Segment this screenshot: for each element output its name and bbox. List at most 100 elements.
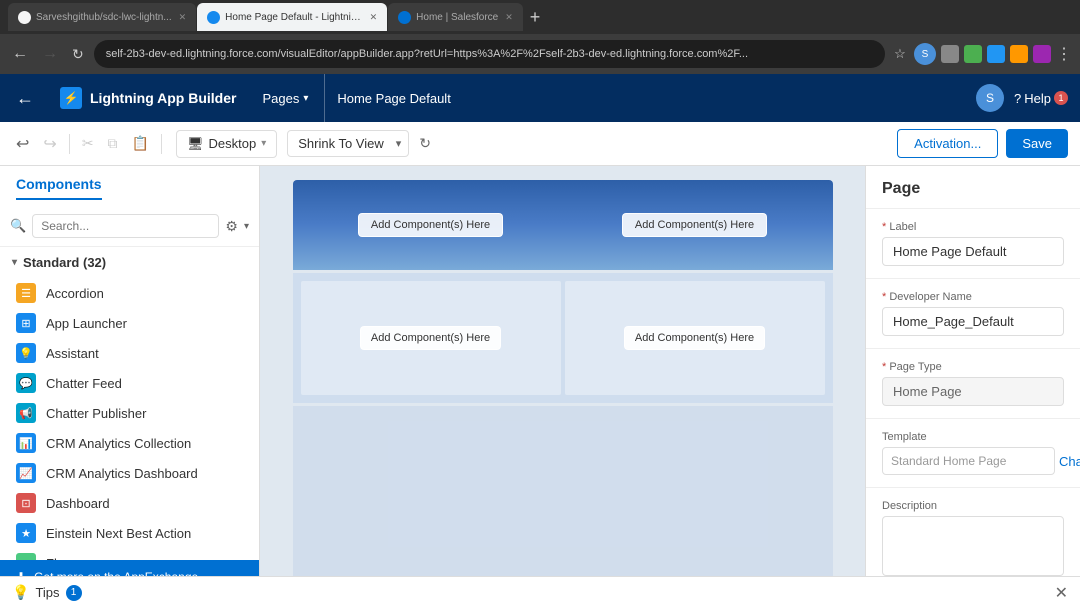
dev-name-required-star: * [882, 291, 886, 303]
add-component-2col-right[interactable]: Add Component(s) Here [624, 326, 765, 350]
list-item[interactable]: ⊡ Dashboard [0, 488, 259, 518]
address-bar-wrapper[interactable]: self-2b3-dev-ed.lightning.force.com/visu… [94, 40, 885, 68]
profile-circle[interactable]: S [914, 43, 936, 65]
label-field-label: * Label [882, 221, 1064, 233]
paste-button[interactable]: 📋 [128, 131, 153, 156]
refresh-canvas-button[interactable]: ↻ [419, 135, 431, 152]
dashboard-icon: ⊡ [16, 493, 36, 513]
nav-forward-button[interactable]: → [38, 43, 62, 65]
section-header: ▾ Standard (32) [0, 247, 259, 278]
list-item[interactable]: ★ Einstein Next Best Action [0, 518, 259, 548]
nav-back-button[interactable]: ← [8, 43, 32, 65]
crm-analytics-collection-icon: 📊 [16, 433, 36, 453]
page-type-required-star: * [882, 361, 886, 373]
extension-icon-2[interactable] [964, 45, 982, 63]
lightning-favicon [207, 11, 220, 24]
tips-label: Tips [35, 585, 59, 600]
tab-lightning[interactable]: Home Page Default - Lightning... ✕ [197, 3, 387, 31]
bookmark-icon[interactable]: ☆ [891, 45, 909, 63]
new-tab-button[interactable]: + [530, 7, 541, 28]
tips-badge: 1 [66, 585, 82, 601]
extension-icon-1[interactable] [941, 45, 959, 63]
github-favicon [18, 11, 31, 24]
browser-nav-bar: ← → ↻ self-2b3-dev-ed.lightning.force.co… [0, 34, 1080, 74]
chatter-publisher-icon: 📢 [16, 403, 36, 423]
section-toggle-icon[interactable]: ▾ [12, 257, 17, 268]
accordion-icon: ☰ [16, 283, 36, 303]
settings-icon[interactable]: ⚙ [225, 218, 238, 235]
cut-button[interactable]: ✂ [78, 131, 98, 156]
sf-cloud-icon: ⚡ [60, 87, 82, 109]
toolbar: ↩ ↪ ✂ ⧉ 📋 🖥 Desktop ▾ Shrink To View ▾ ↻… [0, 122, 1080, 166]
comp-label: Assistant [46, 346, 99, 361]
activation-button[interactable]: Activation... [897, 129, 998, 158]
settings-chevron[interactable]: ▾ [244, 221, 249, 232]
panel-title: Components [16, 176, 102, 200]
canvas-row-hero: Add Component(s) Here Add Component(s) H… [293, 180, 833, 270]
redo-button[interactable]: ↪ [39, 130, 60, 158]
tab-lightning-close[interactable]: ✕ [370, 12, 378, 23]
more-options-icon[interactable]: ⋮ [1056, 44, 1072, 64]
tab-salesforce[interactable]: Home | Salesforce ✕ [388, 3, 523, 31]
view-selector-wrapper: Shrink To View ▾ [287, 130, 409, 157]
list-item[interactable]: ⊞ App Launcher [0, 308, 259, 338]
tab-github-label: Sarveshgithub/sdc-lwc-lightn... [36, 12, 172, 23]
list-item[interactable]: 📈 CRM Analytics Dashboard [0, 458, 259, 488]
toolbar-separator-1 [69, 134, 70, 154]
canvas-col-right[interactable]: Add Component(s) Here [565, 188, 825, 262]
search-icon: 🔍 [10, 218, 26, 234]
panel-header: Components [0, 166, 259, 200]
page-type-label: * Page Type [882, 361, 1064, 373]
tips-close-button[interactable]: ✕ [1055, 583, 1068, 603]
help-label: Help [1024, 91, 1051, 106]
list-item[interactable]: ☰ Accordion [0, 278, 259, 308]
change-template-button[interactable]: Change [1059, 454, 1080, 469]
developer-name-input[interactable] [882, 307, 1064, 336]
page-name-area: Home Page Default [324, 74, 450, 122]
canvas-col-2-left[interactable]: Add Component(s) Here [301, 281, 561, 395]
save-button[interactable]: Save [1006, 129, 1068, 158]
view-select[interactable]: Shrink To View [287, 130, 409, 157]
extension-icon-4[interactable] [1010, 45, 1028, 63]
canvas-row-empty [293, 406, 833, 586]
comp-label: CRM Analytics Dashboard [46, 466, 198, 481]
tab-salesforce-label: Home | Salesforce [416, 12, 498, 23]
canvas-col-2-right[interactable]: Add Component(s) Here [565, 281, 825, 395]
desktop-icon: 🖥 [187, 136, 204, 152]
canvas-row-2col: Add Component(s) Here Add Component(s) H… [293, 273, 833, 403]
copy-button[interactable]: ⧉ [104, 131, 122, 156]
canvas-col-left[interactable]: Add Component(s) Here [301, 188, 561, 262]
list-item[interactable]: 💬 Chatter Feed [0, 368, 259, 398]
tab-github-close[interactable]: ✕ [179, 12, 187, 23]
pages-chevron-icon: ▾ [303, 93, 308, 104]
list-item[interactable]: 💡 Assistant [0, 338, 259, 368]
tab-github[interactable]: Sarveshgithub/sdc-lwc-lightn... ✕ [8, 3, 196, 31]
canvas-area: Add Component(s) Here Add Component(s) H… [260, 166, 865, 594]
add-component-2col-left[interactable]: Add Component(s) Here [360, 326, 501, 350]
comp-label: Chatter Publisher [46, 406, 146, 421]
add-component-hero-right[interactable]: Add Component(s) Here [622, 213, 767, 237]
label-input[interactable] [882, 237, 1064, 266]
comp-label: CRM Analytics Collection [46, 436, 191, 451]
list-item[interactable]: ⟶ Flow [0, 548, 259, 560]
app-name-label: Lightning App Builder [90, 90, 236, 106]
list-item[interactable]: 📊 CRM Analytics Collection [0, 428, 259, 458]
extension-icon-5[interactable] [1033, 45, 1051, 63]
undo-button[interactable]: ↩ [12, 130, 33, 158]
nav-reload-button[interactable]: ↻ [68, 44, 88, 65]
extension-icon-3[interactable] [987, 45, 1005, 63]
help-button[interactable]: ? Help 1 [1014, 91, 1068, 106]
einstein-icon: ★ [16, 523, 36, 543]
add-component-hero-left[interactable]: Add Component(s) Here [358, 213, 503, 237]
tab-salesforce-close[interactable]: ✕ [505, 12, 513, 23]
description-textarea[interactable] [882, 516, 1064, 576]
list-item[interactable]: 📢 Chatter Publisher [0, 398, 259, 428]
search-input[interactable] [32, 214, 219, 238]
components-list: ☰ Accordion ⊞ App Launcher 💡 Assistant [0, 278, 259, 560]
pages-nav-item[interactable]: Pages ▾ [248, 74, 322, 122]
header-back-button[interactable]: ← [8, 84, 42, 113]
device-selector[interactable]: 🖥 Desktop ▾ [176, 130, 277, 158]
components-panel: Components 🔍 ⚙ ▾ ▾ Standard (32) ☰ Accor… [0, 166, 260, 594]
user-avatar-small[interactable]: S [976, 84, 1004, 112]
panel-collapse-handle[interactable]: › [865, 206, 866, 234]
